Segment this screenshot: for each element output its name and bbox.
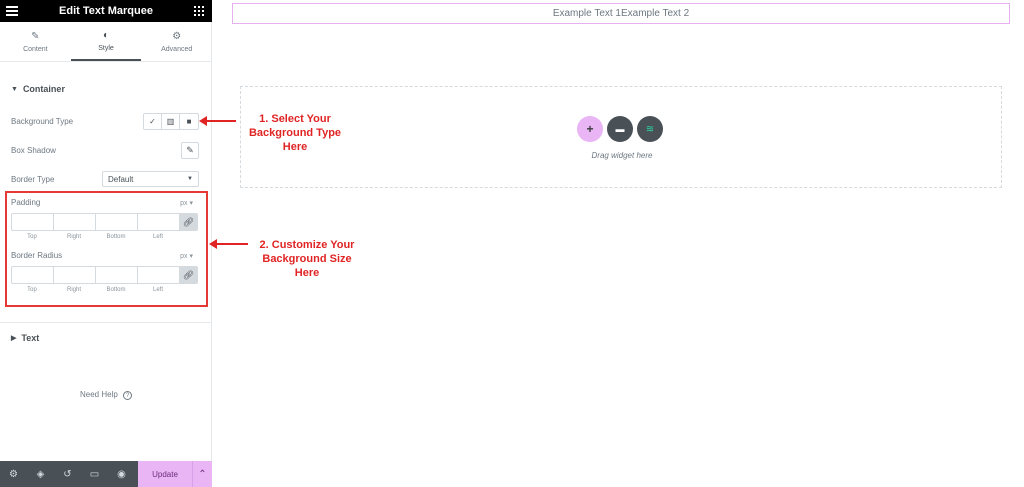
gear-icon: ⚙ bbox=[172, 30, 182, 42]
box-shadow-control: Box Shadow ✎ bbox=[11, 140, 199, 160]
add-section-button[interactable]: + bbox=[577, 116, 603, 142]
empty-section-dropzone[interactable]: + ▬ ≋ Drag widget here bbox=[240, 86, 1002, 188]
layers-icon[interactable]: ◈ bbox=[27, 461, 54, 487]
section-text-header[interactable]: ▶ Text bbox=[0, 328, 212, 348]
video-icon[interactable]: ■ bbox=[180, 114, 198, 129]
tab-content-label: Content bbox=[23, 45, 48, 53]
folder-icon[interactable]: ▬ bbox=[607, 116, 633, 142]
callout-1-line-1: 1. Select Your bbox=[259, 113, 331, 125]
contrast-icon: ◐ bbox=[102, 29, 110, 41]
box-shadow-label: Box Shadow bbox=[11, 145, 56, 155]
responsive-icon[interactable]: ▭ bbox=[81, 461, 108, 487]
edit-icon[interactable]: ✎ bbox=[181, 141, 199, 159]
annotation-arrow-line bbox=[216, 243, 248, 245]
tab-style[interactable]: ◐ Style bbox=[70, 22, 142, 61]
divider bbox=[0, 322, 212, 323]
border-type-control: Border Type Default ▼ bbox=[11, 169, 199, 189]
border-type-label: Border Type bbox=[11, 174, 55, 184]
tab-advanced-label: Advanced bbox=[161, 45, 193, 53]
caret-down-icon: ▼ bbox=[11, 85, 18, 93]
menu-icon[interactable] bbox=[6, 6, 18, 16]
template-kit-icon[interactable]: ≋ bbox=[637, 116, 663, 142]
callout-2-line-3: Here bbox=[294, 267, 320, 279]
panel-footer: ⚙ ◈ ↺ ▭ ◉ Update ⌃ bbox=[0, 461, 212, 487]
text-marquee-widget[interactable]: Example Text 1Example Text 2 bbox=[232, 3, 1010, 24]
tab-content[interactable]: ✎ Content bbox=[0, 22, 71, 61]
callout-2-line-1: 2. Customize Your bbox=[259, 239, 355, 251]
panel-header: Edit Text Marquee bbox=[0, 0, 212, 22]
border-type-select[interactable]: Default ▼ bbox=[102, 171, 199, 187]
need-help-label: Need Help bbox=[79, 390, 118, 399]
border-type-value: Default bbox=[108, 174, 134, 184]
callout-1-line-2: Background Type bbox=[248, 127, 342, 139]
dropzone-buttons: + ▬ ≋ bbox=[577, 116, 663, 142]
brush-icon[interactable]: ✓ bbox=[144, 113, 162, 129]
settings-icon[interactable]: ⚙ bbox=[0, 461, 27, 487]
caret-right-icon: ▶ bbox=[11, 335, 17, 342]
background-type-label: Background Type bbox=[11, 116, 74, 126]
need-help-link[interactable]: Need Help ? bbox=[0, 390, 212, 400]
callout-2-line-2: Background Size bbox=[262, 253, 352, 265]
background-type-choices: ✓ ▥ ■ bbox=[143, 112, 199, 130]
update-button[interactable]: Update bbox=[138, 461, 192, 487]
background-type-control: Background Type ✓ ▥ ■ bbox=[11, 111, 199, 131]
widgets-grid-icon[interactable] bbox=[194, 6, 204, 16]
section-text-title: Text bbox=[21, 333, 40, 343]
section-container-header[interactable]: ▼ Container bbox=[0, 79, 212, 99]
section-container-title: Container bbox=[22, 84, 65, 94]
tab-style-label: Style bbox=[98, 44, 114, 52]
chevron-up-icon[interactable]: ⌃ bbox=[192, 461, 212, 487]
annotation-callout-2: 2. Customize Your Background Size Here bbox=[248, 238, 366, 280]
highlight-box-size bbox=[5, 191, 208, 307]
annotation-arrow-line bbox=[206, 120, 236, 122]
tab-advanced[interactable]: ⚙ Advanced bbox=[141, 22, 212, 61]
editor-panel: Edit Text Marquee ✎ Content ◐ Style ⚙ Ad… bbox=[0, 0, 212, 487]
preview-icon[interactable]: ◉ bbox=[108, 461, 135, 487]
question-icon: ? bbox=[123, 391, 133, 400]
pencil-icon: ✎ bbox=[31, 30, 40, 42]
panel-tabs: ✎ Content ◐ Style ⚙ Advanced bbox=[0, 22, 212, 62]
annotation-callout-1: 1. Select Your Background Type Here bbox=[236, 112, 354, 154]
history-icon[interactable]: ↺ bbox=[54, 461, 81, 487]
drag-widget-hint: Drag widget here bbox=[591, 151, 653, 160]
panel-title: Edit Text Marquee bbox=[59, 5, 153, 17]
gradient-icon[interactable]: ▥ bbox=[162, 113, 180, 129]
chevron-down-icon: ▼ bbox=[187, 176, 193, 182]
callout-1-line-3: Here bbox=[282, 141, 308, 153]
